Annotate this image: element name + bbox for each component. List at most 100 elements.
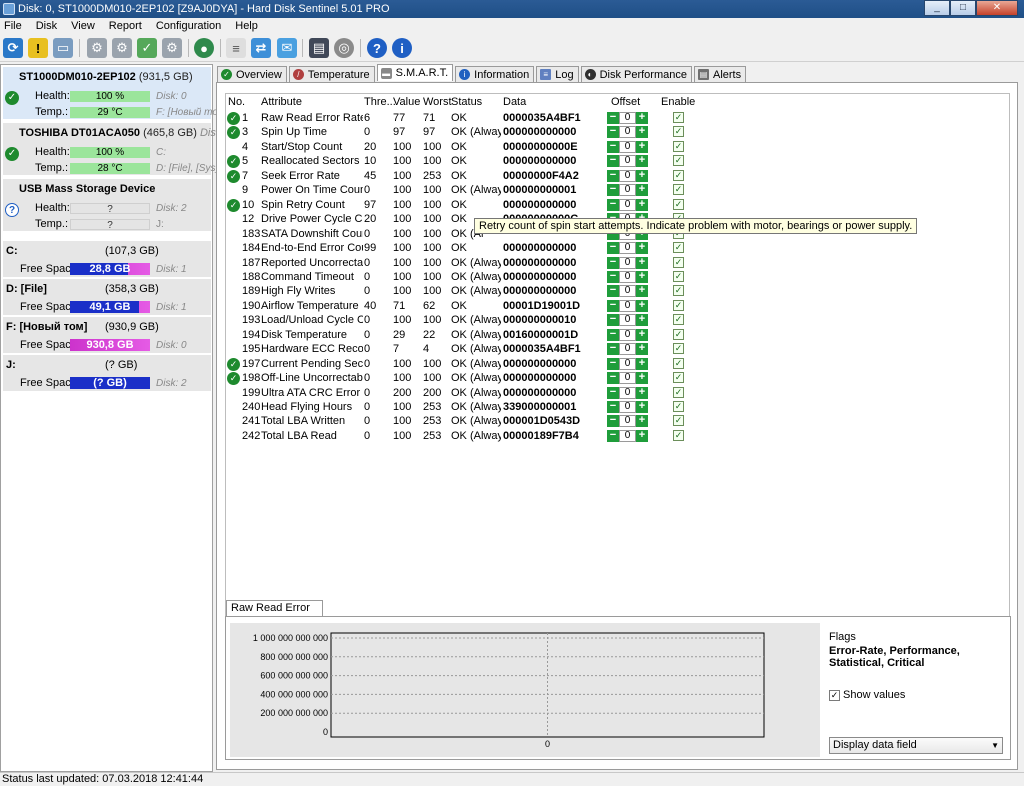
offset-value[interactable]: 0 <box>619 112 636 124</box>
tab-log[interactable]: ≡ Log <box>536 66 579 82</box>
offset-value[interactable]: 0 <box>619 198 636 211</box>
offset-decrease-button[interactable]: − <box>607 126 619 139</box>
offset-increase-button[interactable]: + <box>636 343 648 356</box>
offset-value[interactable]: 0 <box>619 256 636 269</box>
enable-checkbox[interactable]: ✓ <box>673 126 684 138</box>
offset-value[interactable]: 0 <box>619 429 636 442</box>
show-values-option[interactable]: ✓ Show values <box>829 689 905 701</box>
enable-checkbox[interactable]: ✓ <box>673 270 684 282</box>
offset-decrease-button[interactable]: − <box>607 256 619 269</box>
tab-raw-read-error-rate[interactable]: Raw Read Error Rate <box>226 600 323 629</box>
menu-disk[interactable]: Disk <box>36 20 57 32</box>
enable-checkbox[interactable]: ✓ <box>673 112 684 123</box>
volume-item-c[interactable]: C: (107,3 GB) Free Space 28,8 GB Disk: 1 <box>3 241 211 277</box>
enable-checkbox[interactable]: ✓ <box>673 357 684 369</box>
enable-checkbox[interactable]: ✓ <box>673 343 684 355</box>
offset-decrease-button[interactable]: − <box>607 386 619 399</box>
offset-decrease-button[interactable]: − <box>607 285 619 298</box>
smart-row[interactable]: ✓ 10 Spin Retry Count 97 100 100 OK 00000000000… <box>226 198 686 213</box>
offset-increase-button[interactable]: + <box>636 112 648 124</box>
column-header-attribute[interactable]: Attribute <box>261 96 302 108</box>
enable-checkbox[interactable]: ✓ <box>673 198 684 210</box>
offset-increase-button[interactable]: + <box>636 314 648 327</box>
offset-increase-button[interactable]: + <box>636 126 648 139</box>
offset-decrease-button[interactable]: − <box>607 140 619 153</box>
sync-icon[interactable]: ⇄ <box>251 38 271 58</box>
offset-increase-button[interactable]: + <box>636 401 648 413</box>
offset-decrease-button[interactable]: − <box>607 328 619 341</box>
smart-row[interactable]: 187Reported Uncorrectabl...0100100OK (Al… <box>226 256 686 271</box>
chat-icon[interactable]: ✉ <box>277 38 297 58</box>
globe-icon[interactable]: ● <box>194 38 214 58</box>
offset-value[interactable]: 0 <box>619 343 636 356</box>
offset-increase-button[interactable]: + <box>636 270 648 283</box>
offset-increase-button[interactable]: + <box>636 285 648 298</box>
tab-temperature[interactable]: / Temperature <box>288 66 375 82</box>
offset-value[interactable]: 0 <box>619 155 636 168</box>
offset-decrease-button[interactable]: − <box>607 112 619 124</box>
smart-row[interactable]: 241Total LBA Written0100253OK (Always...… <box>226 415 686 429</box>
offset-value[interactable]: 0 <box>619 126 636 139</box>
enable-checkbox[interactable]: ✓ <box>673 285 684 297</box>
disk-item-usb[interactable]: USB Mass Storage Device ? Health: ? Disk… <box>3 179 211 231</box>
column-header-no[interactable]: No. <box>228 96 245 108</box>
column-header-status[interactable]: Status <box>451 96 482 108</box>
enable-checkbox[interactable]: ✓ <box>673 256 684 268</box>
offset-decrease-button[interactable]: − <box>607 415 619 428</box>
offset-increase-button[interactable]: + <box>636 415 648 428</box>
offset-value[interactable]: 0 <box>619 357 636 370</box>
document-icon[interactable]: ≡ <box>226 38 246 58</box>
offset-increase-button[interactable]: + <box>636 256 648 269</box>
offset-value[interactable]: 0 <box>619 270 636 283</box>
volume-item-d[interactable]: D: [File] (358,3 GB) Free Space 49,1 GB … <box>3 279 211 315</box>
offset-increase-button[interactable]: + <box>636 299 648 312</box>
smart-attribute-list[interactable]: No. Attribute Thre... Value Worst Status… <box>225 93 1010 681</box>
tab-smart[interactable]: ▬ S.M.A.R.T. <box>376 64 454 81</box>
menu-help[interactable]: Help <box>235 20 258 32</box>
enable-checkbox[interactable]: ✓ <box>673 169 684 181</box>
offset-value[interactable]: 0 <box>619 140 636 153</box>
disk-item-toshiba[interactable]: TOSHIBA DT01ACA050 (465,8 GB) Disk: 1 ✓ … <box>3 123 234 175</box>
tab-alerts[interactable]: ▤ Alerts <box>693 66 747 82</box>
offset-value[interactable]: 0 <box>619 184 636 197</box>
disk-tool-4-icon[interactable]: ⚙ <box>162 38 182 58</box>
offset-decrease-button[interactable]: − <box>607 429 619 442</box>
disk-item-st1000dm010[interactable]: ST1000DM010-2EP102 (931,5 GB) ✓ Health: … <box>3 67 228 119</box>
offset-decrease-button[interactable]: − <box>607 401 619 413</box>
offset-decrease-button[interactable]: − <box>607 169 619 182</box>
menu-file[interactable]: File <box>4 20 22 32</box>
enable-checkbox[interactable]: ✓ <box>673 328 684 340</box>
tab-information[interactable]: i Information <box>455 66 535 82</box>
smart-row[interactable]: 240Head Flying Hours0100253OK (Always...… <box>226 401 686 415</box>
tab-disk-performance[interactable]: ◐ Disk Performance <box>580 66 692 82</box>
offset-value[interactable]: 0 <box>619 169 636 182</box>
volume-item-f[interactable]: F: [Новый том] (930,9 GB) Free Space 930… <box>3 317 211 353</box>
smart-row[interactable]: ✓197Current Pending Sector...0100100OK (… <box>226 357 686 372</box>
column-header-worst[interactable]: Worst <box>423 96 452 108</box>
smart-row[interactable]: 9Power On Time Count0100100OK (Always...… <box>226 184 686 198</box>
enable-checkbox[interactable]: ✓ <box>673 386 684 398</box>
volume-item-j[interactable]: J: (? GB) Free Space (? GB) Disk: 2 <box>3 355 211 391</box>
menu-report[interactable]: Report <box>109 20 142 32</box>
enable-checkbox[interactable]: ✓ <box>673 140 684 152</box>
offset-decrease-button[interactable]: − <box>607 242 619 255</box>
offset-increase-button[interactable]: + <box>636 169 648 182</box>
offset-decrease-button[interactable]: − <box>607 314 619 327</box>
enable-checkbox[interactable]: ✓ <box>673 372 684 384</box>
offset-value[interactable]: 0 <box>619 415 636 428</box>
info-icon[interactable]: i <box>392 38 412 58</box>
menu-view[interactable]: View <box>71 20 95 32</box>
help-icon[interactable]: ? <box>367 38 387 58</box>
offset-increase-button[interactable]: + <box>636 328 648 341</box>
offset-decrease-button[interactable]: − <box>607 198 619 211</box>
enable-checkbox[interactable]: ✓ <box>673 184 684 196</box>
offset-value[interactable]: 0 <box>619 314 636 327</box>
offset-increase-button[interactable]: + <box>636 198 648 211</box>
enable-checkbox[interactable]: ✓ <box>673 401 684 412</box>
offset-decrease-button[interactable]: − <box>607 372 619 385</box>
offset-decrease-button[interactable]: − <box>607 270 619 283</box>
smart-row[interactable]: 194Disk Temperature02922OK (Always...001… <box>226 328 686 343</box>
column-header-value[interactable]: Value <box>393 96 420 108</box>
smart-row[interactable]: 193Load/Unload Cycle Cou...0100100OK (Al… <box>226 314 686 328</box>
offset-value[interactable]: 0 <box>619 328 636 341</box>
